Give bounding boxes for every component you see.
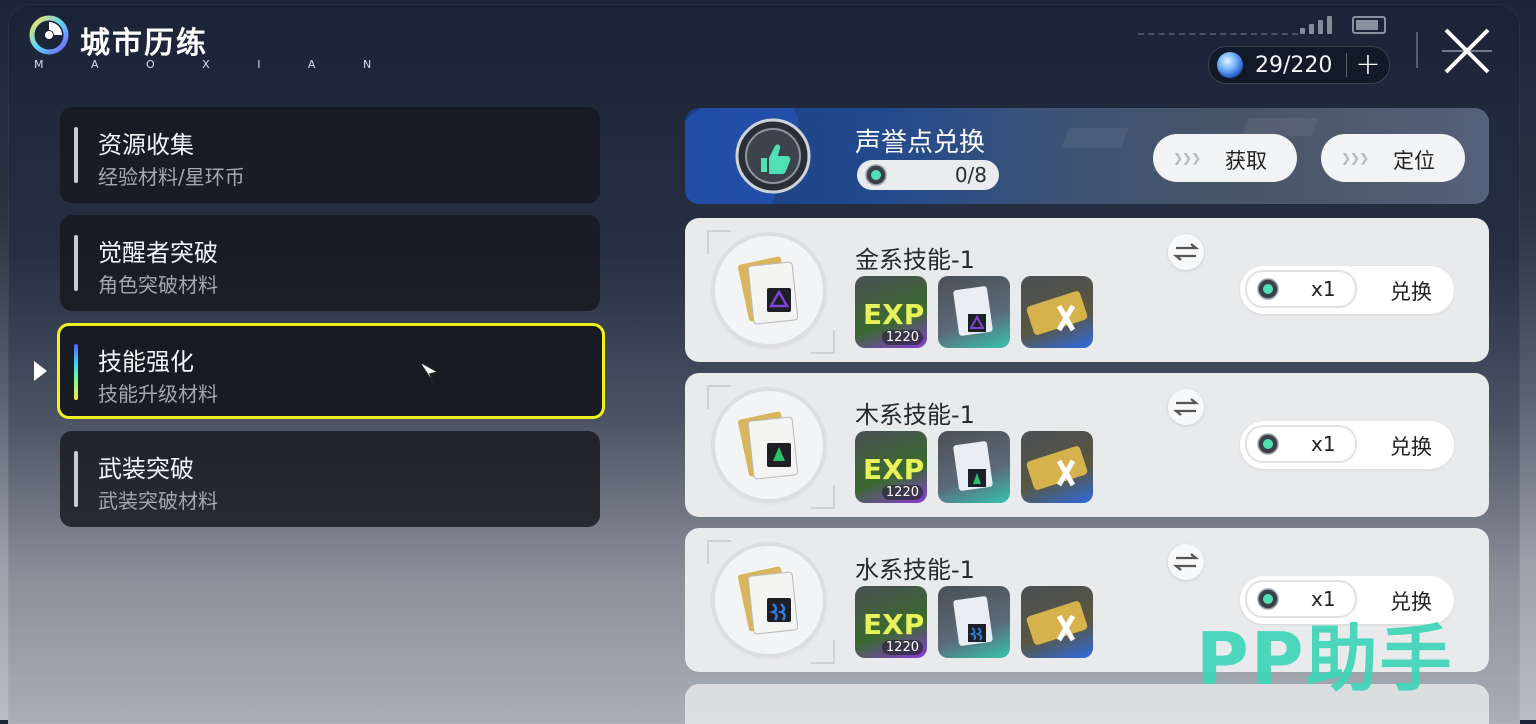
- exchange-card: 金系技能-1 EXP 1220 x1 兑换: [685, 218, 1489, 362]
- energy-counter[interactable]: 29/220 +: [1208, 46, 1390, 84]
- menu-bar: [74, 127, 78, 183]
- battery-icon: [1352, 16, 1386, 34]
- locate-label: 定位: [1393, 149, 1435, 173]
- svg-text:EXP: EXP: [863, 453, 924, 486]
- menu-bar: [74, 344, 78, 400]
- locate-button[interactable]: ❯❯❯ 定位: [1321, 134, 1465, 182]
- skill-book-icon: [738, 411, 799, 480]
- exp-item[interactable]: EXP 1220: [855, 276, 927, 348]
- logo: 城市历练 M A O X I A N: [28, 14, 371, 71]
- exchange-label: 兑换: [1390, 435, 1432, 459]
- skill-book-avatar: [715, 391, 823, 499]
- skill-book-icon: [738, 256, 799, 325]
- reputation-coin-icon: [1257, 278, 1279, 300]
- menu-item-resource[interactable]: 资源收集 经验材料/星环币: [60, 107, 600, 203]
- exchange-label: 兑换: [1390, 280, 1432, 304]
- reputation-medal-icon: [735, 118, 811, 194]
- swap-icon[interactable]: [1168, 389, 1204, 425]
- add-energy-button[interactable]: +: [1355, 50, 1380, 80]
- item-count: 1220: [881, 485, 923, 500]
- manual-item[interactable]: [938, 431, 1010, 503]
- menu-item-title: 技能强化: [98, 348, 194, 376]
- reputation-value: 0/8: [954, 163, 987, 187]
- pointer-cursor-icon: [418, 360, 440, 385]
- ticket-item[interactable]: [1021, 431, 1093, 503]
- swap-icon[interactable]: [1168, 544, 1204, 580]
- manual-item[interactable]: [938, 586, 1010, 658]
- manual-icon: [953, 286, 993, 336]
- get-button[interactable]: ❯❯❯ 获取: [1153, 134, 1297, 182]
- menu-item-title: 觉醒者突破: [98, 239, 218, 267]
- svg-text:EXP: EXP: [863, 608, 924, 641]
- exchange-button[interactable]: x1 兑换: [1240, 421, 1454, 469]
- banner-title: 声誉点兑换: [855, 128, 986, 158]
- divider: [1346, 53, 1348, 77]
- manual-icon: [953, 441, 993, 491]
- swap-icon[interactable]: [1168, 234, 1204, 270]
- cost-qty: x1: [1311, 432, 1336, 456]
- decor-dashes: [1138, 33, 1298, 35]
- reputation-coin-icon: [865, 164, 887, 186]
- skill-book-avatar: [715, 546, 823, 654]
- cost-pill: x1: [1245, 425, 1357, 463]
- watermark: PP助手: [1196, 617, 1454, 701]
- logo-swirl-icon: [29, 15, 69, 55]
- get-label: 获取: [1225, 149, 1267, 173]
- page-subtitle: M A O X I A N: [34, 58, 394, 71]
- menu-item-subtitle: 经验材料/星环币: [98, 165, 245, 189]
- menu-item-title: 武装突破: [98, 455, 194, 483]
- skill-book-avatar: [715, 236, 823, 344]
- ticket-item[interactable]: [1021, 586, 1093, 658]
- chevrons-icon: ❯❯❯: [1173, 151, 1201, 165]
- energy-orb-icon: [1217, 52, 1243, 78]
- manual-item[interactable]: [938, 276, 1010, 348]
- menu-item-armament[interactable]: 武装突破 武装突破材料: [60, 431, 600, 527]
- skill-book-icon: [738, 566, 799, 635]
- exp-item[interactable]: EXP 1220: [855, 431, 927, 503]
- menu-item-subtitle: 角色突破材料: [98, 273, 218, 297]
- card-name: 木系技能-1: [855, 401, 975, 429]
- reputation-progress: 0/8: [857, 160, 999, 190]
- card-name: 金系技能-1: [855, 246, 975, 274]
- ticket-item[interactable]: [1021, 276, 1093, 348]
- divider: [1416, 32, 1418, 68]
- item-count: 1220: [881, 640, 923, 655]
- item-count: 1220: [881, 330, 923, 345]
- menu-item-subtitle: 武装突破材料: [98, 489, 218, 513]
- ticket-icon: [1026, 291, 1088, 335]
- chevrons-icon: ❯❯❯: [1341, 151, 1369, 165]
- menu-item-subtitle: 技能升级材料: [98, 382, 218, 406]
- exchange-card: 木系技能-1 EXP 1220 x1 兑换: [685, 373, 1489, 517]
- menu-item-title: 资源收集: [98, 131, 194, 159]
- manual-icon: [953, 596, 993, 646]
- ticket-icon: [1026, 601, 1088, 645]
- page-title: 城市历练: [80, 26, 208, 61]
- cost-qty: x1: [1311, 277, 1336, 301]
- reputation-coin-icon: [1257, 433, 1279, 455]
- close-icon[interactable]: [1440, 24, 1494, 78]
- cost-pill: x1: [1245, 270, 1357, 308]
- card-name: 水系技能-1: [855, 556, 975, 584]
- exchange-button[interactable]: x1 兑换: [1240, 266, 1454, 314]
- svg-text:EXP: EXP: [863, 298, 924, 331]
- menu-bar: [74, 451, 78, 507]
- selection-arrow-icon: [34, 361, 47, 381]
- ticket-icon: [1026, 446, 1088, 490]
- energy-value: 29/220: [1255, 52, 1333, 78]
- menu-item-skill[interactable]: 技能强化 技能升级材料: [57, 323, 605, 419]
- exp-item[interactable]: EXP 1220: [855, 586, 927, 658]
- menu-bar: [74, 235, 78, 291]
- menu-item-awakener[interactable]: 觉醒者突破 角色突破材料: [60, 215, 600, 311]
- signal-icon: [1300, 16, 1332, 34]
